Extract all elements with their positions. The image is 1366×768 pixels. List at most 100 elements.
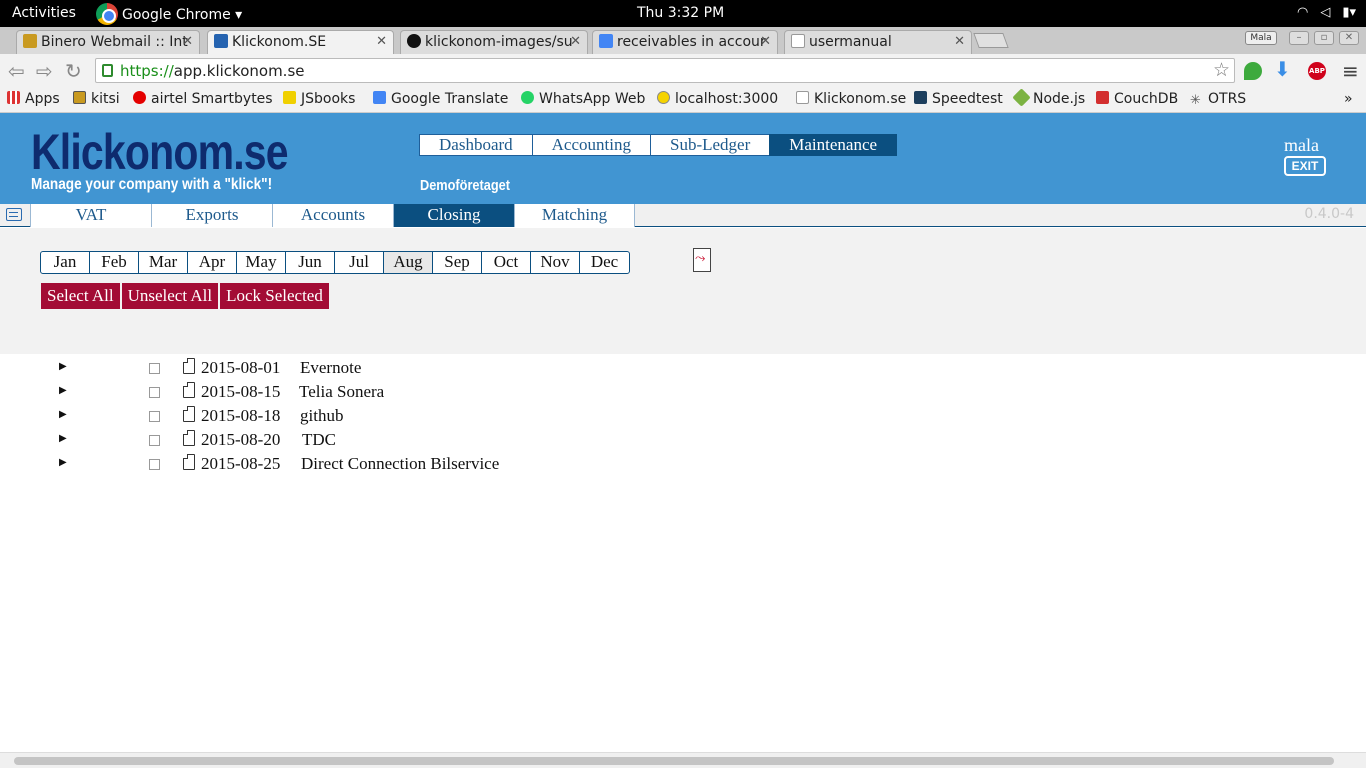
tab-matching[interactable]: Matching [514, 204, 635, 227]
chat-icon[interactable] [6, 208, 22, 221]
document-icon[interactable] [183, 430, 195, 446]
tab-vat[interactable]: VAT [30, 204, 151, 227]
expand-arrow-icon[interactable]: ▶ [59, 409, 67, 420]
list-item: ▶ 2015-08-20 TDC [0, 430, 700, 454]
bookmarks-overflow-icon[interactable]: » [1344, 91, 1353, 107]
close-icon[interactable]: ✕ [570, 34, 581, 49]
closing-actions: Select All Unselect All Lock Selected [41, 283, 329, 309]
expand-arrow-icon[interactable]: ▶ [59, 457, 67, 468]
entry-checkbox[interactable] [149, 411, 160, 422]
system-top-bar: Activities Google Chrome ▾ Thu 3:32 PM ◠… [0, 0, 1366, 27]
url-text[interactable]: https://app.klickonom.se [120, 62, 305, 80]
reload-icon[interactable]: ↻ [65, 59, 82, 83]
close-icon[interactable]: ✕ [376, 34, 387, 49]
document-icon[interactable] [183, 454, 195, 470]
address-bar[interactable]: https://app.klickonom.se ☆ [95, 58, 1235, 83]
tab-closing[interactable]: Closing [393, 204, 514, 227]
system-tray[interactable]: ◠ ◁ ▮▾ [1297, 5, 1356, 20]
exit-button[interactable]: EXIT [1284, 156, 1326, 176]
tab-accounts[interactable]: Accounts [272, 204, 393, 227]
expand-arrow-icon[interactable]: ▶ [59, 385, 67, 396]
main-nav-accounting[interactable]: Accounting [531, 134, 651, 156]
select-all-button[interactable]: Select All [41, 283, 120, 309]
scrollbar-thumb[interactable] [14, 757, 1334, 765]
pdf-export-icon[interactable] [693, 248, 711, 272]
document-icon[interactable] [183, 406, 195, 422]
minimize-icon[interactable]: – [1289, 31, 1309, 45]
profile-badge[interactable]: Mala [1245, 31, 1277, 45]
tab-title: klickonom-images/su [425, 34, 573, 50]
browser-tab[interactable]: usermanual ✕ [784, 30, 972, 54]
entry-checkbox[interactable] [149, 363, 160, 374]
app-logo[interactable]: Klickonom.se [31, 123, 289, 181]
activities-button[interactable]: Activities [12, 5, 76, 21]
close-icon[interactable]: ✕ [954, 34, 965, 49]
month-apr[interactable]: Apr [188, 252, 237, 273]
clock[interactable]: Thu 3:32 PM [637, 5, 724, 21]
bookmark-couchdb[interactable]: CouchDB [1096, 91, 1178, 107]
globe-icon [657, 91, 670, 104]
month-feb[interactable]: Feb [90, 252, 139, 273]
list-item: ▶ 2015-08-18 github [0, 406, 700, 430]
month-jul[interactable]: Jul [335, 252, 384, 273]
main-nav-sub-ledger[interactable]: Sub-Ledger [649, 134, 771, 156]
entry-vendor: TDC [302, 430, 336, 449]
bookmark-apps[interactable]: Apps [7, 91, 60, 107]
app-menu[interactable]: Google Chrome ▾ [96, 3, 242, 25]
bookmark-whatsapp[interactable]: WhatsApp Web [521, 91, 645, 107]
wifi-icon: ◠ [1296, 5, 1309, 20]
month-sep[interactable]: Sep [433, 252, 482, 273]
main-nav-dashboard[interactable]: Dashboard [419, 134, 533, 156]
main-nav-maintenance[interactable]: Maintenance [769, 134, 898, 156]
browser-tab[interactable]: Binero Webmail :: Int ✕ [16, 30, 200, 54]
bookmark-localhost[interactable]: localhost:3000 [657, 91, 778, 107]
entry-checkbox[interactable] [149, 435, 160, 446]
month-dec[interactable]: Dec [580, 252, 629, 273]
month-nov[interactable]: Nov [531, 252, 580, 273]
menu-icon[interactable]: ≡ [1342, 59, 1359, 83]
volume-icon: ◁ [1320, 5, 1331, 20]
adblock-icon[interactable]: ABP [1308, 62, 1326, 80]
bookmark-star-icon[interactable]: ☆ [1213, 59, 1230, 81]
browser-tab[interactable]: receivables in accour ✕ [592, 30, 778, 54]
document-icon[interactable] [183, 358, 195, 374]
browser-tab-active[interactable]: Klickonom.SE ✕ [207, 30, 394, 54]
lock-selected-button[interactable]: Lock Selected [220, 283, 329, 309]
back-icon[interactable]: ⇦ [8, 59, 25, 83]
bookmark-speedtest[interactable]: Speedtest [914, 91, 1003, 107]
expand-arrow-icon[interactable]: ▶ [59, 361, 67, 372]
kitsi-icon [73, 91, 86, 104]
tab-exports[interactable]: Exports [151, 204, 272, 227]
close-icon[interactable]: ✕ [760, 34, 771, 49]
close-icon[interactable]: ✕ [182, 34, 193, 49]
bookmark-jsbooks[interactable]: JSbooks [283, 91, 355, 107]
expand-arrow-icon[interactable]: ▶ [59, 433, 67, 444]
window-close-icon[interactable]: ✕ [1339, 31, 1359, 45]
bookmark-google-translate[interactable]: Google Translate [373, 91, 508, 107]
maximize-icon[interactable]: ▫ [1314, 31, 1334, 45]
month-aug[interactable]: Aug [384, 252, 433, 273]
month-mar[interactable]: Mar [139, 252, 188, 273]
month-jun[interactable]: Jun [286, 252, 335, 273]
evernote-extension-icon[interactable] [1244, 62, 1262, 80]
new-tab-button[interactable] [973, 33, 1009, 48]
browser-tab[interactable]: klickonom-images/su ✕ [400, 30, 588, 54]
unselect-all-button[interactable]: Unselect All [121, 283, 219, 309]
forward-icon[interactable]: ⇨ [36, 59, 53, 83]
bookmark-klickonom[interactable]: Klickonom.se [796, 91, 906, 107]
horizontal-scrollbar[interactable] [0, 752, 1366, 768]
bookmark-nodejs[interactable]: Node.js [1012, 88, 1085, 107]
entry-checkbox[interactable] [149, 387, 160, 398]
company-name: Demoföretaget [420, 177, 510, 194]
month-oct[interactable]: Oct [482, 252, 531, 273]
airtel-icon [133, 91, 146, 104]
main-nav: Dashboard Accounting Sub-Ledger Maintena… [419, 134, 898, 156]
month-may[interactable]: May [237, 252, 286, 273]
bookmark-otrs[interactable]: ✳ OTRS [1190, 91, 1246, 108]
month-jan[interactable]: Jan [41, 252, 90, 273]
bookmark-kitsi[interactable]: kitsi [73, 91, 120, 107]
entry-checkbox[interactable] [149, 459, 160, 470]
bookmark-airtel[interactable]: airtel Smartbytes [133, 91, 273, 107]
document-icon[interactable] [183, 382, 195, 398]
download-icon[interactable]: ⬇ [1274, 57, 1291, 81]
